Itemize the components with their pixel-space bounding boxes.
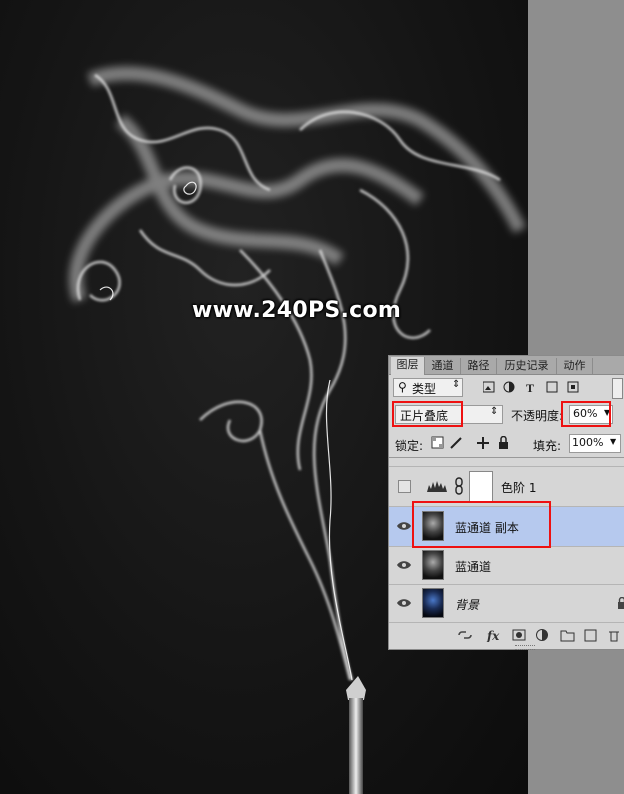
fill-label: 填充: [533,439,562,453]
type-filter-icon: T [526,381,534,395]
opacity-label: 不透明度: [511,409,564,423]
lock-brush-icon [450,437,462,449]
annotation-opacity [561,401,611,427]
layer-thumbnail [422,588,444,618]
layer-name: 色阶 1 [501,481,537,495]
tab-paths[interactable]: 路径 [461,358,497,374]
chain-link-icon [455,477,463,495]
levels-icon [427,481,447,492]
link-layers-icon [458,631,472,639]
layer-row[interactable]: 蓝通道 [389,547,624,585]
eye-icon[interactable] [397,560,411,570]
filter-kind-value: 类型 [412,382,437,396]
layer-name: 背景 [455,598,480,612]
updown-icon: ⇕ [452,379,461,390]
visibility-toggle-off[interactable] [398,480,411,493]
lock-label: 锁定: [395,439,424,453]
layer-row-partial [389,457,624,467]
cigarette [349,698,363,794]
new-layer-icon [584,629,597,642]
tab-channels[interactable]: 通道 [425,358,461,374]
tab-layers[interactable]: 图层 [391,357,425,375]
tab-history[interactable]: 历史记录 [497,358,557,374]
trash-icon [609,631,619,642]
layer-thumbnail [422,550,444,580]
chevron-down-icon: ▼ [610,437,617,446]
search-icon: ⚲ [398,380,407,394]
lock-icon [618,597,624,609]
panel-tab-bar: 图层 通道 路径 历史记录 动作 [389,356,624,375]
lock-all-icon [499,442,508,449]
watermark-text: www.240PS.com [192,298,402,323]
lock-icons [431,436,508,449]
fill-input[interactable]: 100% ▼ [569,434,621,453]
eye-icon[interactable] [397,598,411,608]
annotation-blend-mode [392,401,463,427]
layer-name: 蓝通道 [455,560,492,574]
fill-value: 100% [572,436,604,449]
resize-grip[interactable] [515,645,535,650]
shape-filter-icon [546,381,558,393]
updown-icon: ⇕ [490,406,499,417]
fx-icon: fx [486,629,500,642]
filter-icons: T [483,381,579,395]
tab-actions[interactable]: 动作 [557,358,593,374]
new-group-icon [560,630,575,642]
layer-mask-thumbnail [469,471,493,503]
annotation-selected-layer [412,501,551,548]
panel-footer-icons: fx [458,629,619,642]
filter-toggle[interactable] [612,378,623,399]
filter-kind-select[interactable]: ⚲ 类型 ⇕ [393,378,463,397]
lock-move-icon [477,437,489,449]
eye-icon[interactable] [397,521,411,531]
layer-row[interactable]: 背景 [389,585,624,623]
